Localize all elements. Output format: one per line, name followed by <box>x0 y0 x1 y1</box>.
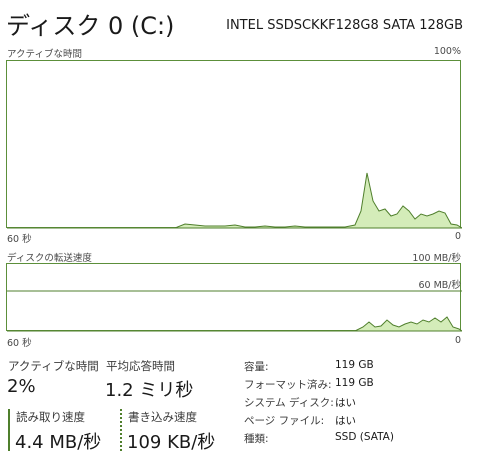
read-speed-label: 読み取り速度 <box>16 410 85 424</box>
property-system-disk-value: はい <box>335 397 356 409</box>
active-time-graph <box>6 60 462 229</box>
property-formatted-label: フォーマット済み: <box>244 379 332 391</box>
disk-model: INTEL SSDSCKKF128G8 SATA 128GB <box>226 18 463 33</box>
avg-response-value: 1.2 ミリ秒 <box>105 380 194 401</box>
property-capacity-value: 119 GB <box>335 359 374 371</box>
property-page-file-value: はい <box>335 415 356 427</box>
property-type-value: SSD (SATA) <box>335 431 394 443</box>
transfer-graph <box>6 263 462 332</box>
property-type-label: 種類: <box>244 433 269 445</box>
read-speed-value: 4.4 MB/秒 <box>15 432 102 453</box>
property-capacity-label: 容量: <box>244 361 269 373</box>
write-speed-legend-bar <box>120 409 122 451</box>
active-time-time-label: 60 秒 <box>7 234 32 245</box>
property-page-file-label: ページ ファイル: <box>244 415 325 427</box>
read-speed-legend-bar <box>8 409 10 451</box>
avg-response-label: 平均応答時間 <box>106 359 175 373</box>
transfer-max-label: 100 MB/秒 <box>412 253 461 264</box>
active-time-graph-label: アクティブな時間 <box>7 49 82 60</box>
property-formatted-value: 119 GB <box>335 377 374 389</box>
active-time-series-area <box>7 172 462 229</box>
property-system-disk-label: システム ディスク: <box>244 397 334 409</box>
disk-title: ディスク 0 (C:) <box>6 12 175 40</box>
active-time-graph-plot <box>7 172 462 229</box>
active-time-max-label: 100% <box>433 46 461 57</box>
transfer-min-label: 0 <box>454 335 461 346</box>
active-time-min-label: 0 <box>454 231 461 242</box>
active-time-stat-value: 2% <box>7 376 36 397</box>
transfer-graph-label: ディスクの転送速度 <box>7 253 92 264</box>
write-speed-value: 109 KB/秒 <box>127 432 216 453</box>
transfer-time-label: 60 秒 <box>7 338 32 349</box>
active-time-stat-label: アクティブな時間 <box>8 359 99 373</box>
transfer-series-area <box>7 316 462 332</box>
write-speed-label: 書き込み速度 <box>128 410 197 424</box>
transfer-graph-plot <box>7 290 462 332</box>
transfer-ref-label: 60 MB/秒 <box>418 280 461 291</box>
